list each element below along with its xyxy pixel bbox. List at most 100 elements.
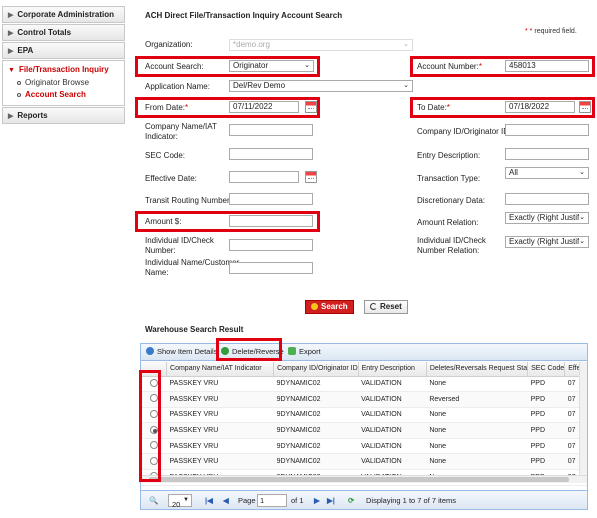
column-header-company-name[interactable]: Company Name/IAT Indicator [166, 362, 275, 377]
search-icon [311, 303, 318, 310]
chevron-down-icon: ⌄ [579, 213, 585, 223]
table-row[interactable]: PASSKEY VRU9DYNAMIC02VALIDATIONNonePPD07 [141, 453, 587, 471]
page-label: Page [238, 496, 256, 505]
from-date-label: From Date:* [145, 103, 188, 113]
cell-company-id: 9DYNAMIC02 [273, 391, 359, 408]
application-name-select[interactable]: Del/Rev Demo ⌄ [229, 80, 413, 92]
account-number-input[interactable]: 458013 [505, 60, 589, 72]
reset-button[interactable]: Reset [364, 300, 408, 314]
sidebar-item-control-totals[interactable]: ▶ Control Totals [2, 24, 125, 41]
transaction-type-value: All [509, 168, 518, 177]
to-date-label: To Date:* [417, 103, 450, 113]
table-row[interactable]: PASSKEY VRU9DYNAMIC02VALIDATIONNonePPD07 [141, 438, 587, 455]
highlight-radio-column [139, 370, 161, 482]
scrollbar-thumb[interactable] [149, 477, 569, 482]
effective-date-input[interactable] [229, 171, 299, 183]
chevron-down-icon: ⌄ [403, 41, 409, 48]
calendar-icon[interactable] [579, 101, 591, 113]
table-row[interactable]: PASSKEY VRU 9DYNAMIC02 VALIDATION Reversed P… [141, 391, 587, 408]
refresh-icon[interactable]: ⟳ [348, 496, 354, 506]
organization-select: *demo.org ⌄ [229, 39, 413, 51]
company-name-label-line1: Company Name/IAT [145, 122, 217, 131]
highlight-delete-reverse [216, 338, 282, 361]
column-header-company-id[interactable]: Company ID/Originator ID [273, 362, 359, 377]
sidebar: ▶ Corporate Administration ▶ Control Total… [2, 6, 125, 125]
required-note: * * required field. [525, 28, 577, 35]
sidebar-subitem-label: Account Search [25, 90, 86, 99]
transaction-type-select[interactable]: All ⌄ [505, 167, 589, 179]
column-header-request-status[interactable]: Deletes/Reversals Request Sta [426, 362, 529, 377]
cell-entry: VALIDATION [358, 376, 427, 393]
cell-status: None [426, 422, 528, 439]
sidebar-item-label: Reports [17, 111, 48, 120]
pager: 🔍 20 ▼ |◀ ◀ Page 1 of 1 ▶ ▶| ⟳ Displaying… [141, 490, 587, 509]
export-button[interactable]: Export [288, 346, 321, 358]
next-page-icon[interactable]: ▶ [314, 496, 320, 506]
last-page-icon[interactable]: ▶| [327, 496, 335, 506]
individual-id-relation-label: Individual ID/Check Number Relation: [417, 236, 486, 256]
vertical-scrollbar[interactable] [579, 362, 587, 475]
individual-name-input[interactable] [229, 262, 313, 274]
individual-id-relation-select[interactable]: Exactly (Right Justifie ⌄ [505, 236, 589, 248]
prev-page-icon[interactable]: ◀ [223, 496, 229, 506]
table-row[interactable]: PASSKEY VRU9DYNAMIC02VALIDATIONNonePPD07 [141, 407, 587, 424]
company-name-input[interactable] [229, 124, 313, 136]
required-text: required field. [534, 28, 577, 35]
info-icon [146, 347, 154, 355]
account-search-select[interactable]: Originator ⌄ [229, 60, 314, 72]
sidebar-item-file-transaction-inquiry[interactable]: ▼ File/Transaction Inquiry [3, 63, 124, 77]
page-size-select[interactable]: 20 ▼ [168, 494, 192, 509]
to-date-label-text: To Date: [417, 103, 447, 112]
from-date-label-text: From Date: [145, 103, 186, 112]
sidebar-item-reports[interactable]: ▶ Reports [2, 107, 125, 124]
entry-description-input[interactable] [505, 148, 589, 160]
required-star: * [478, 62, 482, 71]
cell-status: Reversed [426, 391, 528, 408]
cell-company-id: 9DYNAMIC02 [273, 453, 359, 471]
account-number-label-text: Account Number: [417, 62, 479, 71]
column-header-sec-code[interactable]: SEC Code [527, 362, 566, 377]
search-icon: 🔍 [149, 496, 159, 505]
sidebar-item-epa[interactable]: ▶ EPA [2, 42, 125, 59]
transit-routing-input[interactable] [229, 193, 313, 205]
cell-entry: VALIDATION [358, 453, 427, 471]
individual-id-input[interactable] [229, 239, 313, 251]
export-label: Export [299, 347, 321, 356]
show-item-details-button[interactable]: Show Item Details [146, 346, 217, 358]
table-row[interactable]: PASSKEY VRU9DYNAMIC02VALIDATIONNonePPD07 [141, 422, 587, 439]
sidebar-item-label: File/Transaction Inquiry [18, 65, 109, 74]
sec-code-label: SEC Code: [145, 151, 186, 160]
company-id-input[interactable] [505, 124, 589, 136]
sec-code-input[interactable] [229, 148, 313, 160]
amount-relation-select[interactable]: Exactly (Right Justifie ⌄ [505, 212, 589, 224]
first-page-icon[interactable]: |◀ [205, 496, 213, 506]
discretionary-data-input[interactable] [505, 193, 589, 205]
column-header-entry-description[interactable]: Entry Description [358, 362, 427, 377]
chevron-down-icon: ▼ [8, 67, 15, 74]
sidebar-subitem-account-search[interactable]: Account Search [3, 89, 124, 101]
calendar-icon[interactable] [305, 171, 317, 183]
page-number-input[interactable]: 1 [257, 494, 287, 507]
calendar-icon[interactable] [305, 101, 317, 113]
sidebar-subitem-originator-browse[interactable]: Originator Browse [3, 77, 124, 89]
chevron-down-icon: ⌄ [579, 169, 585, 176]
cell-company: PASSKEY VRU [166, 391, 274, 408]
account-number-label: Account Number:* [417, 62, 482, 72]
amount-label: Amount $: [145, 217, 182, 226]
to-date-input[interactable]: 07/18/2022 [505, 101, 575, 113]
from-date-input[interactable]: 07/11/2022 [229, 101, 299, 113]
cell-company-id: 9DYNAMIC02 [273, 407, 359, 424]
search-button[interactable]: Search [305, 300, 354, 314]
results-grid: Show Item Details Delete/Reverse Export … [140, 343, 588, 510]
horizontal-scrollbar[interactable] [141, 475, 587, 483]
show-item-details-label: Show Item Details [157, 347, 218, 356]
table-header-row: Company Name/IAT Indicator Company ID/Or… [141, 362, 587, 377]
sidebar-item-label: Control Totals [17, 28, 72, 37]
amount-input[interactable] [229, 215, 313, 227]
table-row[interactable]: PASSKEY VRU9DYNAMIC02VALIDATIONNonePPD07 [141, 376, 587, 393]
results-title: Warehouse Search Result [145, 325, 244, 334]
chevron-down-icon: ⌄ [403, 82, 409, 89]
individual-id-relation-value: Exactly (Right Justifie [509, 237, 586, 246]
cell-company: PASSKEY VRU [166, 438, 274, 455]
sidebar-item-corporate-administration[interactable]: ▶ Corporate Administration [2, 6, 125, 23]
